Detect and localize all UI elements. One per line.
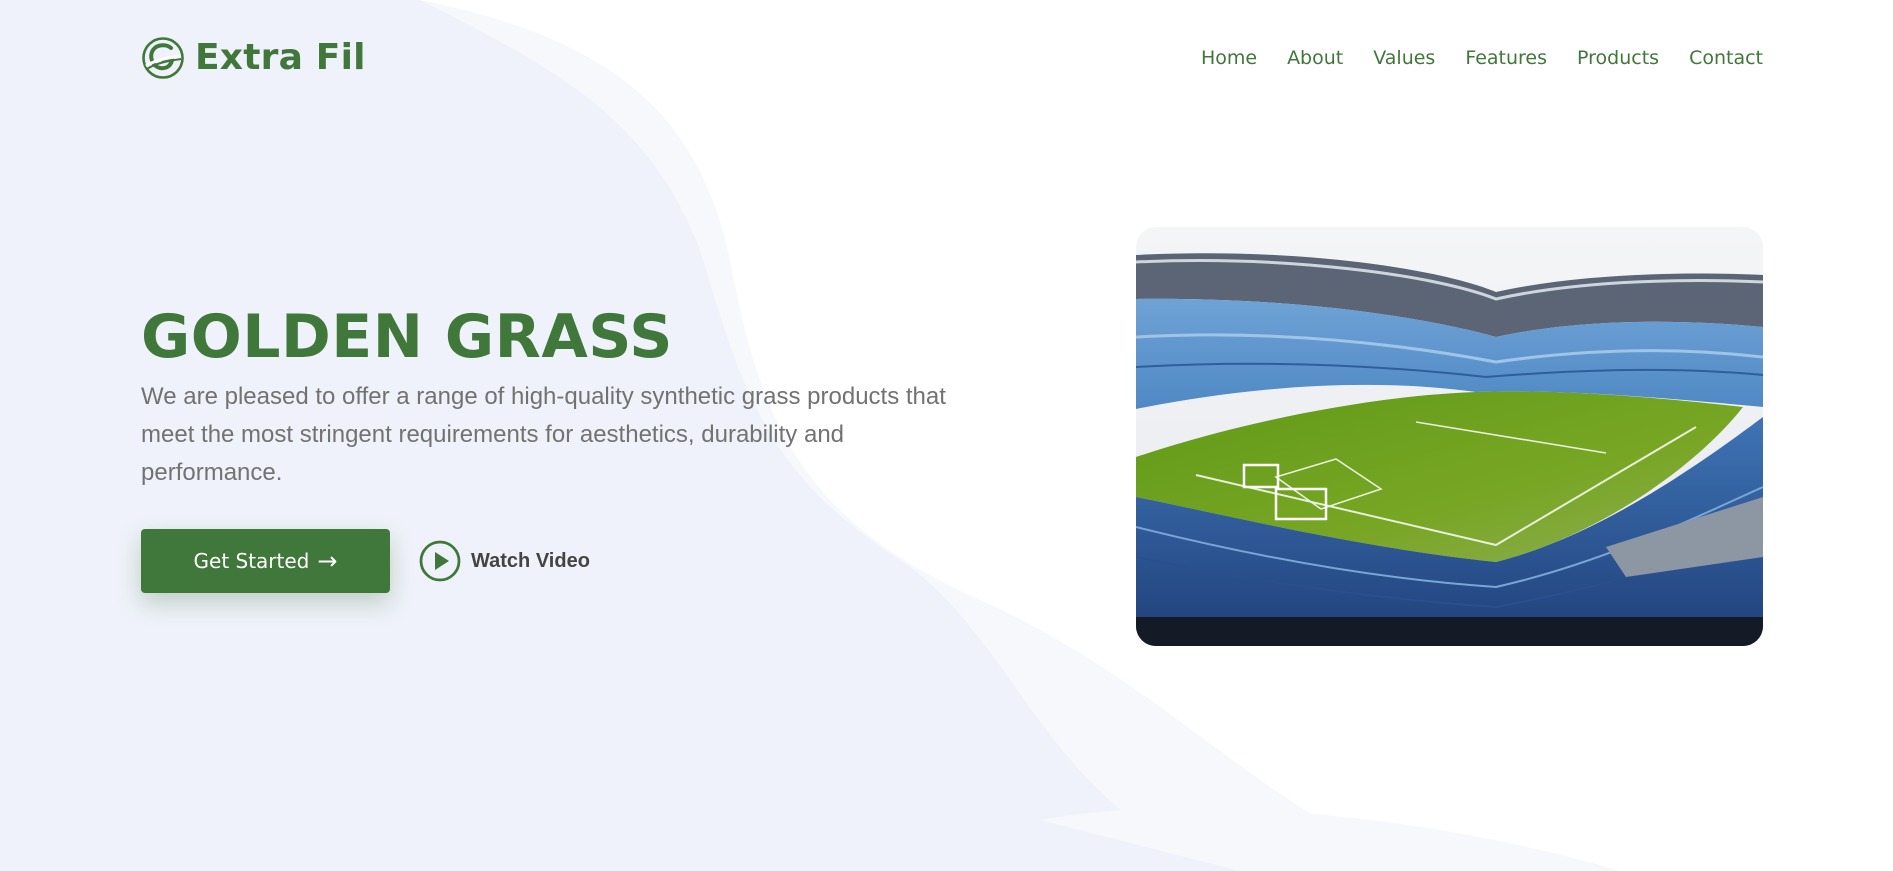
brand-name: Extra Fil <box>195 37 366 78</box>
watch-video-link[interactable]: Watch Video <box>419 540 590 582</box>
get-started-label: Get Started <box>193 549 310 573</box>
stadium-photo <box>1136 227 1763 646</box>
watch-video-label: Watch Video <box>471 549 590 572</box>
arrow-right-icon: → <box>317 547 338 575</box>
logo-icon <box>142 37 184 79</box>
nav-about[interactable]: About <box>1287 44 1343 72</box>
nav-values[interactable]: Values <box>1373 44 1435 72</box>
play-circle-icon <box>419 540 461 582</box>
logo[interactable]: Extra Fil <box>141 36 366 80</box>
nav-contact[interactable]: Contact <box>1689 44 1763 72</box>
get-started-button[interactable]: Get Started → <box>141 529 390 593</box>
nav-products[interactable]: Products <box>1577 44 1659 72</box>
main-nav: Home About Values Features Products Cont… <box>1201 44 1763 72</box>
hero-description: We are pleased to offer a range of high-… <box>141 383 946 486</box>
hero-image <box>1136 227 1763 646</box>
nav-home[interactable]: Home <box>1201 44 1257 72</box>
nav-features[interactable]: Features <box>1465 44 1547 72</box>
header: Extra Fil Home About Values Features Pro… <box>141 30 1763 86</box>
page: Extra Fil Home About Values Features Pro… <box>0 0 1893 871</box>
hero-title: GOLDEN GRASS <box>141 302 673 372</box>
